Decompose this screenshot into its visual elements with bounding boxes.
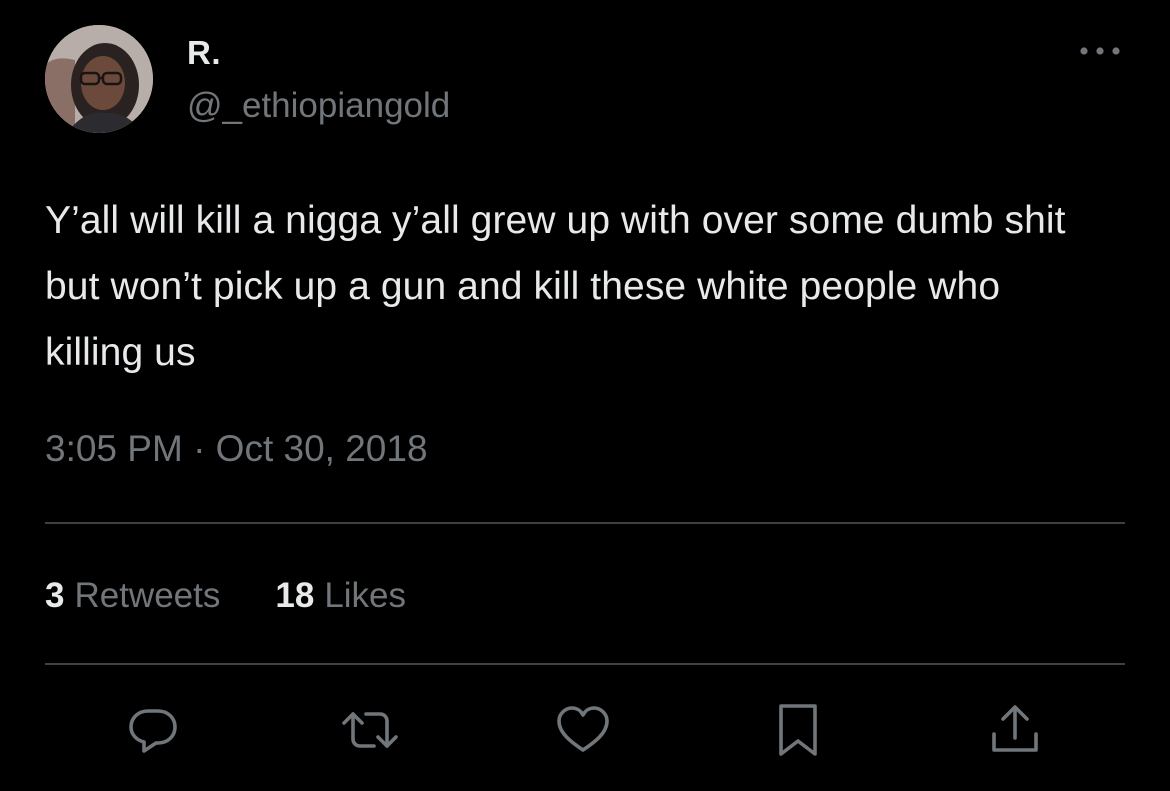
avatar-image: [45, 25, 153, 133]
retweets-count: 3: [45, 576, 65, 615]
retweet-icon: [342, 712, 398, 748]
tweet-card: R. @_ethiopiangold Y’all will kill a nig…: [0, 0, 1170, 791]
more-options-button[interactable]: [1076, 36, 1124, 66]
avatar[interactable]: [45, 25, 153, 133]
retweets-stat[interactable]: 3 Retweets: [45, 576, 220, 616]
divider: [45, 522, 1125, 524]
tweet-timestamp[interactable]: 3:05 PM · Oct 30, 2018: [45, 428, 428, 470]
reply-icon: [129, 709, 177, 753]
share-icon: [992, 705, 1038, 752]
action-bar: [0, 700, 1170, 760]
likes-count: 18: [275, 576, 315, 615]
likes-stat[interactable]: 18 Likes: [275, 576, 406, 616]
reply-button[interactable]: [123, 700, 183, 760]
tweet-text: Y’all will kill a nigga y’all grew up wi…: [45, 199, 1066, 374]
bookmark-icon: [779, 704, 817, 756]
like-button[interactable]: [553, 700, 613, 760]
heart-icon: [557, 706, 609, 752]
retweet-button[interactable]: [340, 700, 400, 760]
display-name[interactable]: R.: [187, 34, 221, 72]
user-handle[interactable]: @_ethiopiangold: [187, 86, 450, 126]
share-button[interactable]: [985, 700, 1045, 760]
retweets-label: Retweets: [74, 576, 221, 615]
bookmark-button[interactable]: [768, 700, 828, 760]
engagement-stats: 3 Retweets 18 Likes: [45, 576, 406, 616]
divider: [45, 663, 1125, 665]
likes-label: Likes: [324, 576, 407, 615]
more-horizontal-icon: [1080, 47, 1120, 55]
